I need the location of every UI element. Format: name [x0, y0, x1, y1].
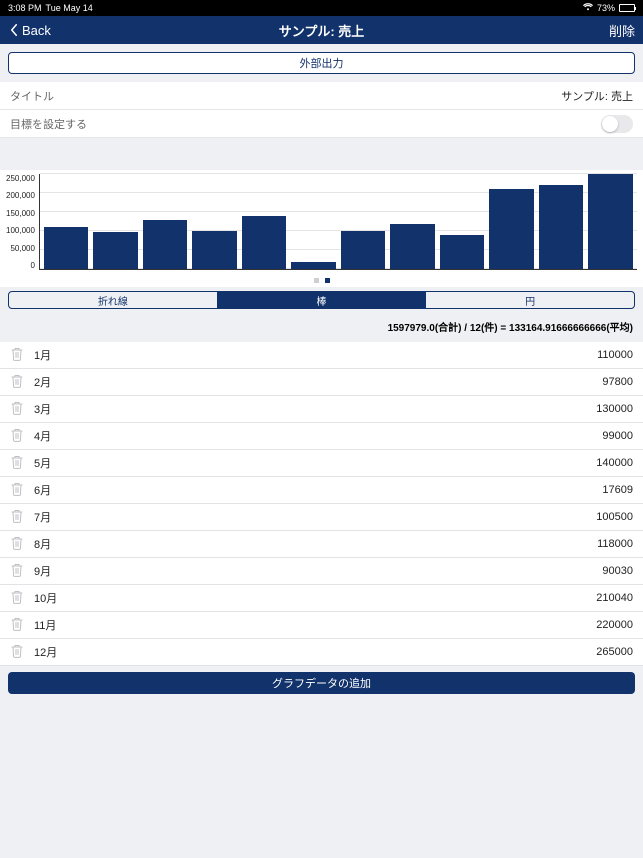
trash-icon[interactable] [10, 617, 24, 634]
row-label: 8月 [34, 536, 51, 552]
row-label: 1月 [34, 347, 51, 363]
table-row[interactable]: 6月 17609 [0, 477, 643, 504]
goal-toggle[interactable] [601, 115, 633, 133]
chart-bar[interactable] [440, 235, 485, 269]
chart-bar[interactable] [143, 220, 188, 269]
pager-dot-active[interactable] [325, 278, 330, 283]
row-label: 9月 [34, 563, 51, 579]
chart-bar[interactable] [44, 227, 89, 269]
table-row[interactable]: 12月 265000 [0, 639, 643, 666]
row-value: 100500 [596, 511, 633, 523]
chart-bar[interactable] [539, 185, 584, 269]
table-row[interactable]: 8月 118000 [0, 531, 643, 558]
summary-text: 1597979.0(合計) / 12(件) = 133164.916666666… [0, 309, 643, 342]
row-value: 220000 [596, 619, 633, 631]
status-date: Tue May 14 [46, 3, 93, 13]
chart-bar[interactable] [489, 189, 534, 269]
table-row[interactable]: 4月 99000 [0, 423, 643, 450]
chart-bar[interactable] [291, 262, 336, 269]
segment-line[interactable]: 折れ線 [9, 292, 217, 308]
chart-bar[interactable] [341, 231, 386, 269]
table-row[interactable]: 9月 90030 [0, 558, 643, 585]
row-value: 130000 [596, 403, 633, 415]
row-value: 210040 [596, 592, 633, 604]
chart-y-axis: 250,000 200,000 150,000 100,000 50,000 0 [6, 174, 39, 270]
row-label: 2月 [34, 374, 51, 390]
table-row[interactable]: 2月 97800 [0, 369, 643, 396]
row-label: 4月 [34, 428, 51, 444]
row-value: 140000 [596, 457, 633, 469]
trash-icon[interactable] [10, 401, 24, 418]
segment-bar[interactable]: 棒 [217, 292, 426, 308]
row-label: 7月 [34, 509, 51, 525]
row-label: 11月 [34, 617, 56, 633]
status-bar: 3:08 PM Tue May 14 73% [0, 0, 643, 16]
row-label: 3月 [34, 401, 51, 417]
y-tick: 100,000 [6, 226, 35, 235]
y-tick: 0 [6, 261, 35, 270]
y-tick: 250,000 [6, 174, 35, 183]
chart-bar[interactable] [93, 232, 138, 269]
trash-icon[interactable] [10, 590, 24, 607]
segment-pie[interactable]: 円 [425, 292, 634, 308]
trash-icon[interactable] [10, 455, 24, 472]
table-row[interactable]: 5月 140000 [0, 450, 643, 477]
chart-bar[interactable] [390, 224, 435, 269]
row-value: 17609 [602, 484, 633, 496]
table-row[interactable]: 10月 210040 [0, 585, 643, 612]
table-row[interactable]: 11月 220000 [0, 612, 643, 639]
title-value: サンプル: 売上 [561, 88, 633, 104]
row-value: 97800 [602, 376, 633, 388]
trash-icon[interactable] [10, 563, 24, 580]
chart-type-segment: 折れ線 棒 円 [8, 291, 635, 309]
row-value: 90030 [602, 565, 633, 577]
chart-pager [6, 270, 637, 287]
battery-icon [619, 4, 635, 12]
row-label: 12月 [34, 644, 57, 660]
row-value: 99000 [602, 430, 633, 442]
row-label: 6月 [34, 482, 51, 498]
battery-percent: 73% [597, 3, 615, 13]
pager-dot[interactable] [314, 278, 319, 283]
table-row[interactable]: 1月 110000 [0, 342, 643, 369]
row-label: 5月 [34, 455, 51, 471]
chart-container: 250,000 200,000 150,000 100,000 50,000 0 [0, 170, 643, 287]
trash-icon[interactable] [10, 509, 24, 526]
chart-plot[interactable] [39, 174, 637, 270]
add-data-button[interactable]: グラフデータの追加 [8, 672, 635, 694]
trash-icon[interactable] [10, 347, 24, 364]
trash-icon[interactable] [10, 428, 24, 445]
row-value: 118000 [597, 538, 633, 550]
trash-icon[interactable] [10, 536, 24, 553]
chevron-left-icon [8, 24, 20, 36]
goal-label: 目標を設定する [10, 116, 87, 132]
trash-icon[interactable] [10, 374, 24, 391]
title-label: タイトル [10, 88, 54, 104]
chart-bar[interactable] [588, 174, 633, 269]
goal-cell: 目標を設定する [0, 110, 643, 138]
trash-icon[interactable] [10, 482, 24, 499]
row-label: 10月 [34, 590, 57, 606]
y-tick: 200,000 [6, 191, 35, 200]
data-rows: 1月 110000 2月 97800 3月 130000 4月 99000 5月 140000 6月… [0, 342, 643, 666]
status-time: 3:08 PM [8, 3, 42, 13]
wifi-icon [583, 3, 593, 13]
back-label: Back [22, 23, 51, 38]
y-tick: 50,000 [6, 244, 35, 253]
row-value: 265000 [596, 646, 633, 658]
row-value: 110000 [597, 349, 633, 361]
delete-button[interactable]: 削除 [609, 21, 635, 40]
table-row[interactable]: 7月 100500 [0, 504, 643, 531]
title-cell[interactable]: タイトル サンプル: 売上 [0, 82, 643, 110]
table-row[interactable]: 3月 130000 [0, 396, 643, 423]
page-title: サンプル: 売上 [0, 21, 643, 40]
trash-icon[interactable] [10, 644, 24, 661]
back-button[interactable]: Back [8, 23, 51, 38]
chart-bar[interactable] [192, 231, 237, 269]
y-tick: 150,000 [6, 209, 35, 218]
chart-bar[interactable] [242, 216, 287, 269]
nav-bar: Back サンプル: 売上 削除 [0, 16, 643, 44]
export-button[interactable]: 外部出力 [8, 52, 635, 74]
